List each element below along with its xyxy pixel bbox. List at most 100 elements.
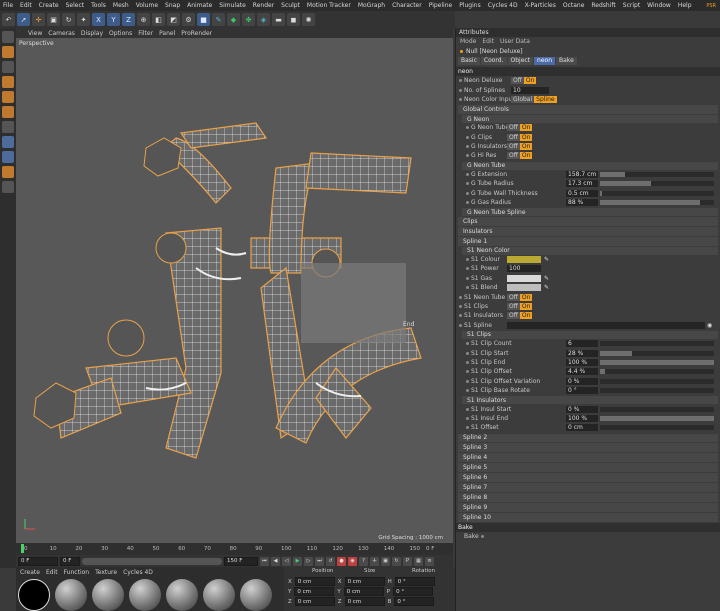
color-picker-icon[interactable]: ✎ (544, 284, 549, 291)
workplane-icon[interactable] (2, 166, 14, 178)
material-ball[interactable] (129, 579, 161, 611)
position-field[interactable]: 0 cm (294, 577, 335, 586)
pen-icon[interactable]: ✎ (212, 13, 225, 26)
value-field[interactable]: 158.7 cm (566, 170, 598, 178)
polygons-mode-icon[interactable] (2, 106, 14, 118)
g-neon-group[interactable]: G Neon (462, 115, 718, 124)
toggle-on[interactable]: On (523, 77, 537, 85)
menu-item-mograph[interactable]: MoGraph (358, 2, 385, 9)
bake-button[interactable] (480, 534, 484, 538)
menu-item-x-particles[interactable]: X-Particles (525, 2, 556, 9)
size-field[interactable]: 0 cm (344, 597, 385, 606)
points-mode-icon[interactable] (2, 76, 14, 88)
max-frame-field[interactable]: 150 F (224, 556, 258, 566)
g-neon-tube-spline-group[interactable]: G Neon Tube Spline (462, 208, 718, 217)
color-swatch[interactable] (507, 284, 541, 292)
attr-menu-mode[interactable]: Mode (460, 38, 476, 45)
menu-item-simulate[interactable]: Simulate (219, 2, 246, 9)
menu-item-script[interactable]: Script (623, 2, 640, 9)
material-ball[interactable] (203, 579, 235, 611)
toggle-off[interactable]: Off (507, 124, 520, 132)
menu-item-mesh[interactable]: Mesh (113, 2, 129, 9)
off-on-toggle[interactable]: Off On (507, 133, 533, 141)
tab-basic[interactable]: Basic (458, 57, 480, 65)
undo-icon[interactable]: ↶ (2, 13, 15, 26)
move-key-icon[interactable]: ✛ (370, 556, 379, 566)
menu-item-animate[interactable]: Animate (187, 2, 212, 9)
rotate-key-icon[interactable]: ↻ (392, 556, 401, 566)
value-slider[interactable] (600, 415, 714, 421)
value-slider[interactable] (600, 369, 714, 375)
off-on-toggle[interactable]: Off On (507, 152, 533, 160)
value-slider[interactable] (600, 359, 714, 365)
material-ball[interactable] (55, 579, 87, 611)
loop-icon[interactable]: ↺ (326, 556, 335, 566)
option-global[interactable]: Global (511, 95, 535, 103)
toggle-off[interactable]: Off (507, 133, 520, 141)
off-on-toggle[interactable]: Off On (507, 293, 533, 301)
snap-icon[interactable] (2, 151, 14, 163)
camera-icon[interactable]: ◼ (287, 13, 300, 26)
viewport-menu-options[interactable]: Options (109, 30, 132, 37)
off-on-toggle[interactable]: Off On (507, 143, 533, 151)
value-slider[interactable] (600, 388, 714, 394)
menu-item-file[interactable]: File (3, 2, 13, 9)
render-view-icon[interactable]: ◧ (152, 13, 165, 26)
param-key-icon[interactable]: P (403, 556, 412, 566)
min-frame-field[interactable]: 0 F (60, 556, 80, 566)
menu-key-icon[interactable]: ≡ (425, 556, 434, 566)
option-spline[interactable]: Spline (534, 95, 557, 103)
s1-power-field[interactable]: 100 (507, 265, 541, 273)
material-ball[interactable] (18, 579, 50, 611)
menu-item-plugins[interactable]: Plugins (459, 2, 481, 9)
recent-icon[interactable]: ✦ (77, 13, 90, 26)
value-field[interactable]: 0 cm (566, 424, 598, 432)
toggle-off[interactable]: Off (507, 143, 520, 151)
z-axis-icon[interactable]: Z (122, 13, 135, 26)
color-swatch[interactable] (507, 256, 541, 264)
viewport-menu-prorender[interactable]: ProRender (181, 30, 212, 37)
material-ball[interactable] (166, 579, 198, 611)
toggle-on[interactable]: On (519, 133, 533, 141)
menu-item-character[interactable]: Character (392, 2, 422, 9)
make-editable-icon[interactable] (2, 31, 14, 43)
value-field[interactable]: 0 % (566, 405, 598, 413)
toggle-off[interactable]: Off (511, 77, 524, 85)
menu-item-cycles-4d[interactable]: Cycles 4D (488, 2, 518, 9)
play-icon[interactable]: ▶ (293, 556, 302, 566)
menu-item-snap[interactable]: Snap (165, 2, 180, 9)
value-field[interactable]: 100 % (566, 358, 598, 366)
value-slider[interactable] (600, 181, 714, 187)
playhead[interactable] (21, 544, 24, 553)
spline-group-collapsed[interactable]: Spline 2 (458, 433, 718, 443)
menu-item-render[interactable]: Render (253, 2, 274, 9)
toggle-on[interactable]: On (519, 143, 533, 151)
value-slider[interactable] (600, 406, 714, 412)
rotation-field[interactable]: 0 ° (394, 577, 435, 586)
value-field[interactable]: 4.4 % (566, 368, 598, 376)
value-slider[interactable] (600, 190, 714, 196)
value-slider[interactable] (600, 171, 714, 177)
material-menu-texture[interactable]: Texture (95, 569, 117, 576)
value-field[interactable]: 0 ° (566, 387, 598, 395)
value-slider[interactable] (600, 425, 714, 431)
material-ball[interactable] (92, 579, 124, 611)
spline-group-collapsed[interactable]: Spline 7 (458, 482, 718, 492)
value-slider[interactable] (600, 378, 714, 384)
viewport-3d[interactable]: Perspective End Grid Spacing: 1000 cm (16, 38, 453, 543)
spline-group-collapsed[interactable]: Spline 5 (458, 463, 718, 473)
value-slider[interactable] (600, 350, 714, 356)
toggle-off[interactable]: Off (507, 303, 520, 310)
rotation-field[interactable]: 0 ° (393, 587, 434, 596)
menu-item-edit[interactable]: Edit (20, 2, 32, 9)
color-swatch[interactable] (507, 274, 541, 282)
insulators-group[interactable]: Insulators (458, 227, 718, 236)
material-menu-function[interactable]: Function (64, 569, 90, 576)
deformer-icon[interactable]: ◈ (257, 13, 270, 26)
global-controls-group[interactable]: Global Controls (458, 105, 718, 115)
menu-item-volume[interactable]: Volume (136, 2, 158, 9)
position-field[interactable]: 0 cm (294, 587, 335, 596)
viewport-menu-filter[interactable]: Filter (138, 30, 153, 37)
value-field[interactable]: 0 % (566, 377, 598, 385)
frame-range-slider[interactable] (82, 557, 222, 565)
